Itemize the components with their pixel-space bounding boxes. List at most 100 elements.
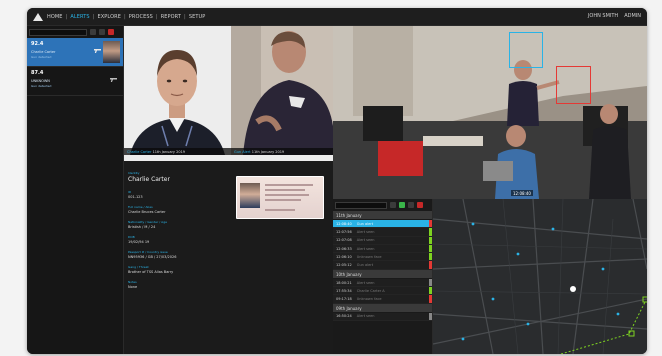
home-logo-icon[interactable] [33,12,43,21]
cctv-crop-illustration [231,26,333,155]
nav-separator: | [184,13,186,20]
match-photos: Charlie Carter 11th January 2019 Gun Ale… [124,26,333,161]
crop-caption: Gun Alert 11th January 2019 [231,148,333,155]
nav-home[interactable]: HOME [47,14,63,20]
alerts-panel: 92.4 Charlie Carter Gun detected 87.4 UN… [27,26,124,354]
timeline-event-row[interactable]: 12:06:10 Unknown face [333,253,432,262]
timeline-event-row[interactable]: 12:05:12 Gun alert [333,261,432,270]
field-value: Charlie Bruces Carter [128,210,166,214]
timeline-event-row[interactable]: 17:55:34 Charlie Carter A [333,287,432,296]
id-field: ID 001-123 [128,190,143,199]
event-time: 18:00:21 [336,280,352,285]
location-map[interactable] [433,199,647,354]
gun-icon [94,49,101,53]
timeline-event-row[interactable]: 09:17:18 Unknown face [333,295,432,304]
timeline-date-header[interactable]: 09th January [333,303,432,313]
event-description: Unknown face [356,254,382,259]
timeline-date-header[interactable]: 10th January [333,269,432,279]
field-label: Passport # / Country issue [128,250,168,254]
id-document-image[interactable] [236,176,324,219]
nav-explore[interactable]: EXPLORE [97,14,120,20]
admin-link[interactable]: ADMIN [624,13,641,19]
matched-face-photo[interactable]: Charlie Carter 11th January 2019 [124,26,231,155]
timeline-date-header[interactable]: 11th January [333,211,432,220]
event-time: 12:08:40 [336,221,352,226]
event-description: Gun alert [356,263,374,268]
nav-alerts[interactable]: ALERTS [70,14,89,20]
field-label: ID [128,190,132,194]
timeline-event-row[interactable]: 18:00:21 Alert seen [333,278,432,288]
event-time: 12:05:12 [336,263,352,268]
nav-separator: | [123,13,126,20]
search-icon[interactable] [90,29,96,35]
alert-list-item[interactable]: 92.4 Charlie Carter Gun detected [27,38,123,67]
event-time: 09:17:18 [336,297,352,302]
notes-field: Notes None [128,280,137,289]
field-label: Full name / Alias [128,205,153,209]
alerts-search-input[interactable] [29,28,87,36]
event-description: Alert seen [356,280,375,285]
passport-field: Passport # / Country issue NN95936 / GB … [128,250,176,259]
timeline-event-row[interactable]: 12:06:33 Alert seen [333,244,432,254]
face-caption-name: Charlie Carter [127,149,152,154]
event-status-flag [429,253,432,261]
dob-field: DOB 19/02/94 19 [128,235,149,244]
timeline-event-row[interactable]: 16:50:24 Alert seen [333,312,432,321]
crop-caption-name: Gun Alert [234,149,251,154]
alert-name: UNKNOWN [31,79,50,83]
id-document-photo [240,183,260,208]
top-navigation-bar: HOME | ALERTS | EXPLORE | PROCESS | REPO… [27,8,647,26]
event-time: 12:06:10 [336,254,352,259]
event-time: 12:06:33 [336,246,352,251]
face-illustration [124,26,231,155]
event-status-flag [429,220,432,228]
event-description: Gun alert [356,221,374,226]
event-timeline: 11th January 12:08:40 Gun alert 12:07:56 Ale… [333,199,433,354]
street-map-illustration [433,199,647,354]
event-status-flag [429,228,432,236]
cctv-video-feed[interactable]: 12:08:40 [333,26,647,199]
event-status-flag [429,312,432,320]
timeline-event-row[interactable]: 12:07:56 Alert seen [333,228,432,237]
gun-icon [110,78,117,82]
gang-field: Gang / Threat Brother of TSS Alias Barry [128,265,173,274]
timeline-event-row[interactable]: 12:08:40 Gun alert [333,220,432,229]
face-detection-box[interactable] [509,32,543,68]
event-time: 17:55:34 [336,288,352,293]
close-icon[interactable] [108,29,114,35]
id-document-text-line [265,184,313,186]
event-description: Unknown face [356,297,382,302]
filter-icon[interactable] [99,29,105,35]
nav-setup[interactable]: SETUP [189,14,206,20]
search-icon[interactable] [390,202,396,208]
event-description: Alert seen [356,230,375,235]
event-status-flag [429,278,432,287]
id-document-text-line [265,194,309,196]
event-description: Alert seen [356,246,375,251]
nav-process[interactable]: PROCESS [129,14,153,20]
event-description: Alert seen [356,314,375,319]
event-status-flag [429,244,432,253]
close-icon[interactable] [417,202,423,208]
nav-separator: | [92,13,95,20]
timeline-search-input[interactable] [335,201,387,209]
event-description: Alert seen [356,238,375,243]
nav-report[interactable]: REPORT [161,14,181,20]
timeline-event-row[interactable]: 12:07:08 Alert seen [333,236,432,245]
field-value: 19/02/94 19 [128,240,150,244]
crop-caption-time: 11th January 2019 [251,149,285,154]
gun-detection-box[interactable] [556,66,591,104]
play-icon[interactable] [399,202,405,208]
field-value: NN95936 / GB / 27/03/2026 [128,255,177,259]
alert-type: Gun detected [31,84,52,88]
id-document-text-line [265,189,305,191]
field-label: Identity [128,171,140,175]
field-label: Gang / Threat [128,265,149,269]
filter-icon[interactable] [408,202,414,208]
cctv-crop-photo[interactable]: Gun Alert 11th January 2019 [231,26,333,155]
alerts-toolbar [27,26,123,38]
user-name[interactable]: JOHN SMITH [588,13,618,19]
alert-list-item[interactable]: 87.4 UNKNOWN Gun detected [27,67,123,96]
event-status-flag [429,261,432,269]
main-nav: HOME | ALERTS | EXPLORE | PROCESS | REPO… [47,14,205,20]
